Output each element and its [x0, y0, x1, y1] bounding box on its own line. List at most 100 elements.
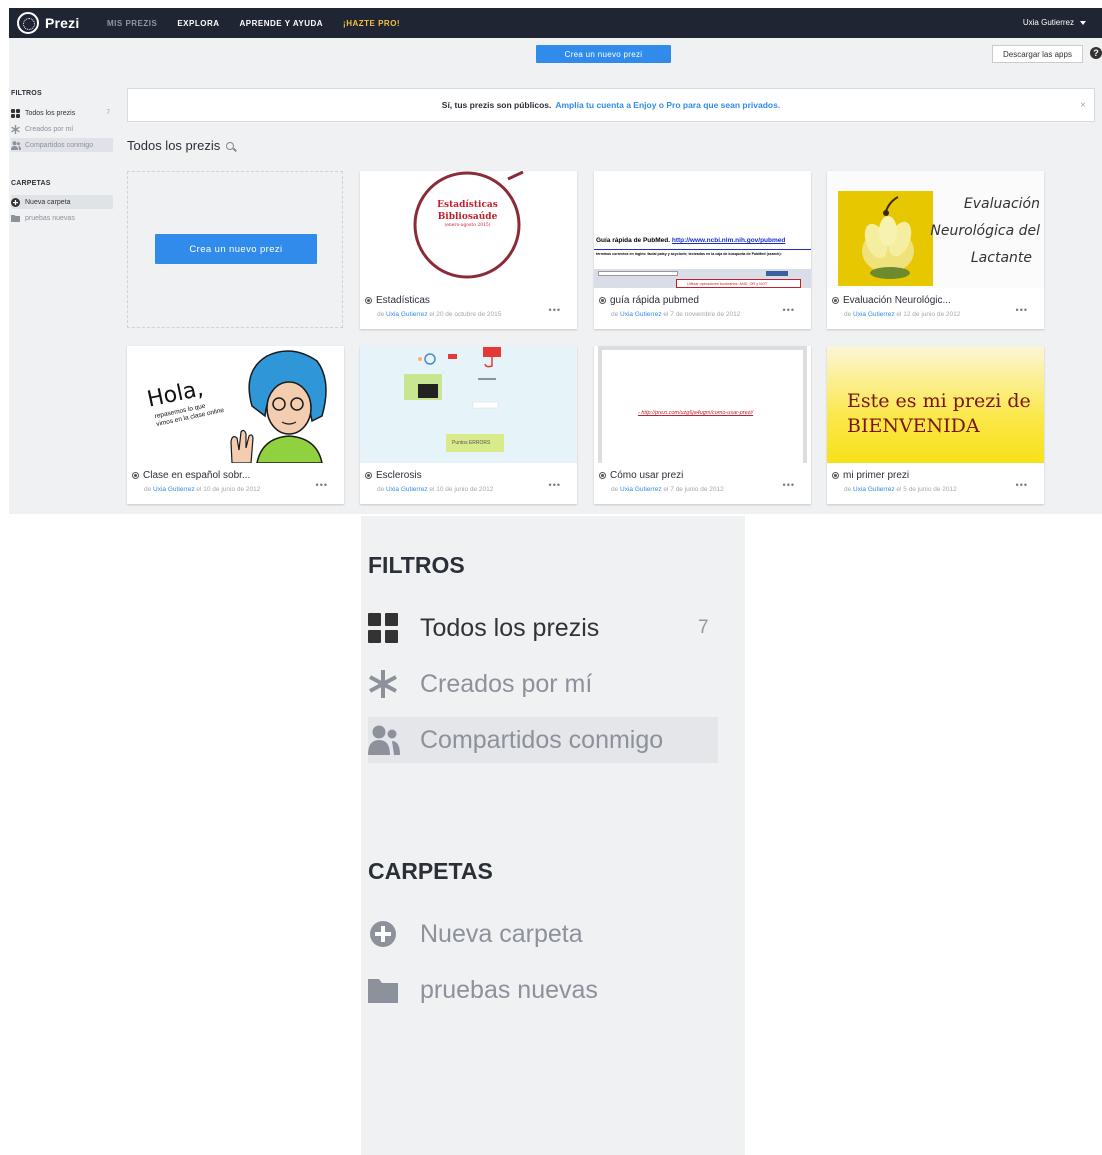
search-icon[interactable] — [226, 141, 235, 150]
sidebar-item-label: Nueva carpeta — [420, 919, 583, 948]
card-title: Estadísticas — [376, 295, 430, 306]
sidebar-item-shared-with-me[interactable]: Compartidos conmigo — [368, 717, 718, 763]
sidebar-item-label: pruebas nuevas — [25, 214, 75, 222]
sidebar-item-shared-with-me[interactable]: Compartidos conmigo — [11, 138, 113, 152]
prezi-logo[interactable]: Prezi — [17, 12, 107, 34]
prezi-card-esclerosis[interactable]: Puntos ERRORS Esclerosis de Uxia Gutierr… — [360, 346, 577, 504]
prezi-thumbnail[interactable]: Puntos ERRORS — [360, 346, 577, 463]
sidebar-item-new-folder[interactable]: Nueva carpeta — [368, 911, 718, 957]
author-link[interactable]: Uxia Gutierrez — [386, 311, 428, 318]
public-prezis-banner: Sí, tus prezis son públicos. Amplía tu c… — [127, 88, 1095, 122]
help-icon[interactable]: ? — [1090, 47, 1102, 59]
sidebar-item-label: Todos los prezis — [420, 613, 600, 642]
thumb-line-1: Este es mi prezi de — [847, 390, 1031, 412]
folder-icon — [11, 214, 20, 223]
close-icon[interactable]: × — [1080, 100, 1086, 111]
card-title: Esclerosis — [376, 470, 422, 481]
card-meta: de Uxia Gutierrez el 12 de junio de 2012 — [844, 311, 961, 318]
thumb-line-3: Lactante — [970, 250, 1032, 266]
thumb-line: términos correctos en inglés: facial pal… — [596, 252, 782, 256]
sidebar-item-label: Compartidos conmigo — [25, 141, 94, 149]
thumb-title: Estadísticas — [437, 200, 498, 210]
asterisk-icon — [368, 669, 398, 699]
thumb-heading: Guía rápida de PubMed. — [596, 237, 671, 244]
author-link[interactable]: Uxia Gutierrez — [153, 486, 195, 493]
card-meta: de Uxia Gutierrez el 5 de junio de 2012 — [844, 486, 957, 493]
thumb-line-2: Neurológica del — [930, 223, 1040, 239]
nav-explora[interactable]: EXPLORA — [177, 19, 219, 28]
thumb-line-2: BIENVENIDA — [847, 415, 980, 437]
sidebar-item-label: Nueva carpeta — [25, 198, 71, 206]
sidebar-item-label: Creados por mí — [420, 669, 593, 698]
sidebar-item-folder-pruebas-nuevas[interactable]: pruebas nuevas — [368, 967, 718, 1013]
prezi-thumbnail[interactable]: Guía rápida de PubMed. http://www.ncbi.n… — [594, 171, 811, 288]
sidebar-item-all-prezis[interactable]: Todos los prezis 7 — [11, 106, 113, 120]
more-options-icon[interactable]: ••• — [783, 305, 795, 315]
card-title-row[interactable]: mi primer prezi — [832, 470, 909, 481]
prezi-card-como-usar[interactable]: - http://prezi.com/uzg6ja4ugm/como-usar-… — [594, 346, 811, 504]
more-options-icon[interactable]: ••• — [783, 480, 795, 490]
plus-circle-icon — [368, 919, 398, 949]
card-title-row[interactable]: Esclerosis — [365, 470, 422, 481]
card-title: Evaluación Neurológic... — [843, 295, 951, 306]
globe-icon — [832, 472, 839, 479]
more-options-icon[interactable]: ••• — [549, 305, 561, 315]
prezi-thumbnail[interactable]: - http://prezi.com/uzg6ja4ugm/como-usar-… — [594, 346, 811, 463]
card-title-row[interactable]: Evaluación Neurológic... — [832, 295, 951, 306]
prezi-card-clase-espanol[interactable]: Hola, repasemos lo que vimos en la clase… — [127, 346, 344, 504]
sidebar-item-label: Creados por mí — [25, 125, 74, 133]
card-title-row[interactable]: Clase en español sobr... — [132, 470, 250, 481]
prezi-count: 7 — [698, 617, 709, 638]
thumb-box: Utilizar operadores booleanos: AND, OR y… — [676, 279, 801, 288]
prezi-thumbnail[interactable]: Este es mi prezi de BIENVENIDA — [827, 346, 1044, 463]
author-link[interactable]: Uxia Gutierrez — [386, 486, 428, 493]
prezi-thumbnail[interactable]: Hola, repasemos lo que vimos en la clase… — [127, 346, 344, 463]
prezi-card-pubmed[interactable]: Guía rápida de PubMed. http://www.ncbi.n… — [594, 171, 811, 329]
card-meta: de Uxia Gutierrez el 10 de junio de 2012 — [377, 486, 494, 493]
sidebar-item-folder-pruebas-nuevas[interactable]: pruebas nuevas — [11, 211, 113, 225]
globe-icon — [365, 297, 372, 304]
user-menu[interactable]: Uxia Gutierrez — [1023, 18, 1086, 27]
card-title: mi primer prezi — [843, 470, 910, 481]
author-link[interactable]: Uxia Gutierrez — [853, 486, 895, 493]
author-link[interactable]: Uxia Gutierrez — [620, 311, 662, 318]
create-prezi-card-button[interactable]: Crea un nuevo prezi — [155, 234, 317, 264]
prezi-card-evaluacion[interactable]: Evaluación Neurológica del Lactante Eval… — [827, 171, 1044, 329]
more-options-icon[interactable]: ••• — [1016, 305, 1028, 315]
card-title-row[interactable]: guía rápida pubmed — [599, 295, 699, 306]
card-title-row[interactable]: Cómo usar prezi — [599, 470, 683, 481]
folder-icon — [368, 975, 398, 1005]
prezi-card-estadisticas[interactable]: Estadísticas Bibliosaúde (enero-agosto 2… — [360, 171, 577, 329]
page-title: Todos los prezis — [127, 138, 221, 153]
grid-icon — [368, 613, 398, 643]
upgrade-link[interactable]: Amplía tu cuenta a Enjoy o Pro para que … — [555, 100, 780, 110]
card-title: guía rápida pubmed — [610, 295, 699, 306]
create-prezi-button[interactable]: Crea un nuevo prezi — [536, 45, 671, 63]
globe-icon — [599, 297, 606, 304]
prezi-logo-icon — [17, 12, 39, 34]
folders-heading: CARPETAS — [368, 858, 493, 884]
globe-icon — [599, 472, 606, 479]
prezi-card-mi-primer-prezi[interactable]: Este es mi prezi de BIENVENIDA mi primer… — [827, 346, 1044, 504]
nav-aprende-y-ayuda[interactable]: APRENDE Y AYUDA — [240, 19, 324, 28]
section-title: Todos los prezis — [127, 138, 235, 153]
top-nav: Prezi MIS PREZIS EXPLORA APRENDE Y AYUDA… — [9, 8, 1102, 38]
sidebar-item-created-by-me[interactable]: Creados por mí — [368, 661, 718, 707]
prezi-count: 7 — [106, 110, 110, 116]
author-link[interactable]: Uxia Gutierrez — [620, 486, 662, 493]
prezi-thumbnail[interactable]: Evaluación Neurológica del Lactante — [827, 171, 1044, 288]
thumb-line-1: Evaluación — [963, 196, 1040, 212]
nav-mis-prezis[interactable]: MIS PREZIS — [107, 19, 157, 28]
more-options-icon[interactable]: ••• — [316, 480, 328, 490]
more-options-icon[interactable]: ••• — [1016, 480, 1028, 490]
sidebar-item-new-folder[interactable]: Nueva carpeta — [11, 195, 113, 209]
sidebar-item-all-prezis[interactable]: Todos los prezis 7 — [368, 605, 718, 651]
prezi-thumbnail[interactable]: Estadísticas Bibliosaúde (enero-agosto 2… — [360, 171, 577, 288]
globe-icon — [132, 472, 139, 479]
sidebar-item-created-by-me[interactable]: Creados por mí — [11, 122, 113, 136]
more-options-icon[interactable]: ••• — [549, 480, 561, 490]
nav-hazte-pro[interactable]: ¡HAZTE PRO! — [343, 19, 400, 28]
download-apps-button[interactable]: Descargar las apps — [992, 45, 1083, 63]
author-link[interactable]: Uxia Gutierrez — [853, 311, 895, 318]
card-title-row[interactable]: Estadísticas — [365, 295, 430, 306]
